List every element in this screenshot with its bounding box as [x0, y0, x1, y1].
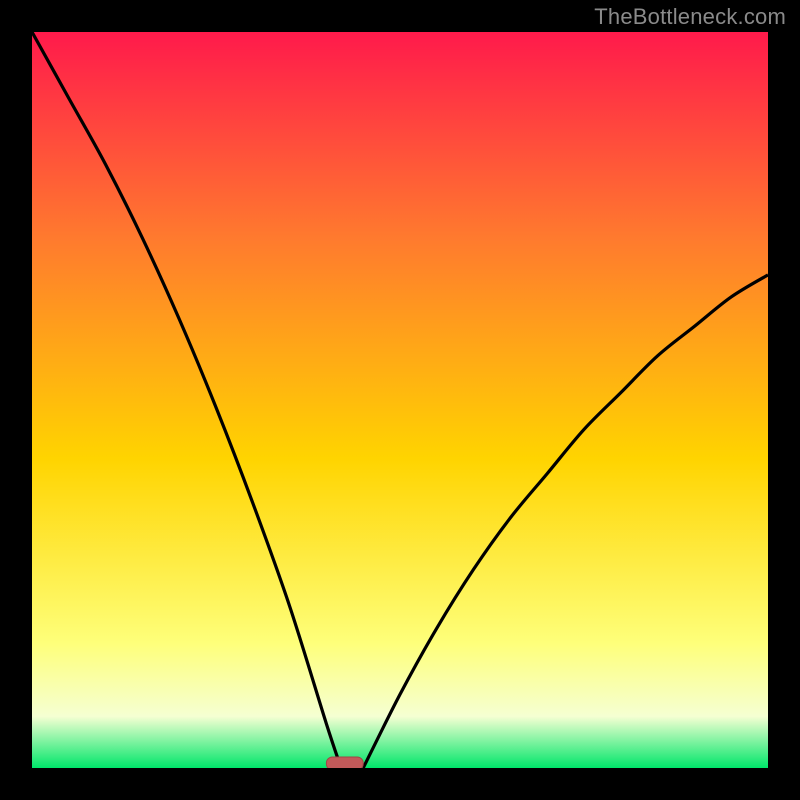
chart-svg — [32, 32, 768, 768]
chart-frame: TheBottleneck.com — [0, 0, 800, 800]
plot-area — [32, 32, 768, 768]
watermark-text: TheBottleneck.com — [594, 4, 786, 30]
gradient-background — [32, 32, 768, 768]
bottleneck-marker — [326, 757, 363, 768]
